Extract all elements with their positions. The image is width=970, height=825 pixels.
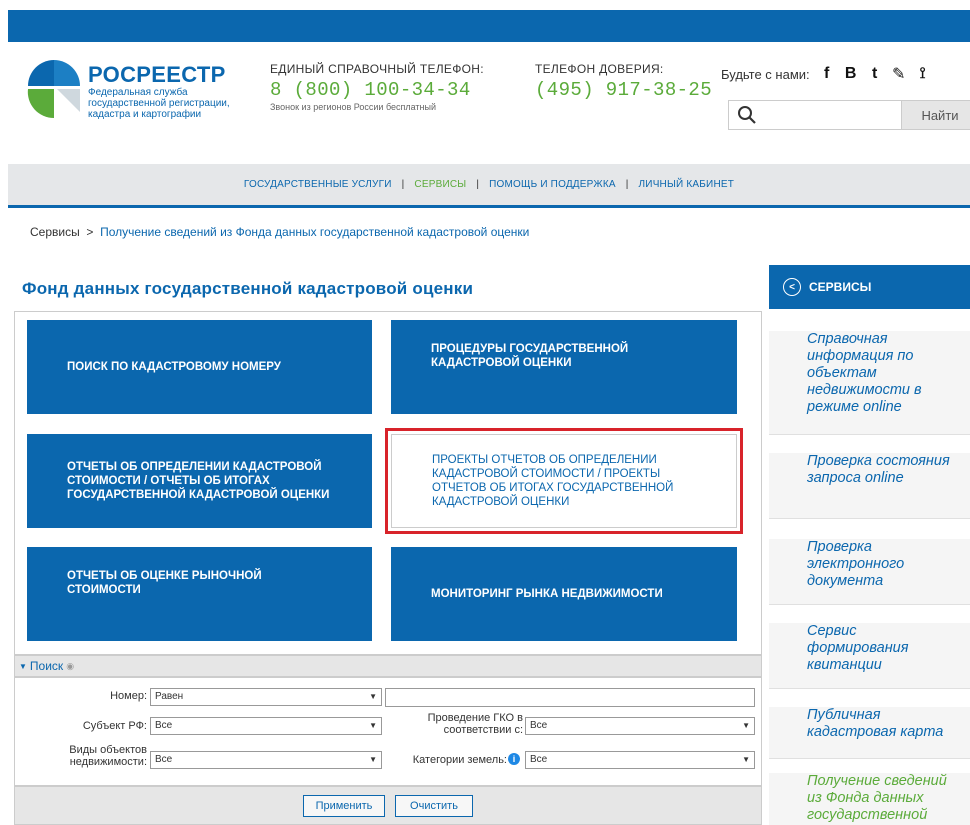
subject-label: Субъект РФ: (82, 720, 147, 732)
site-header: РОСРЕЕСТР Федеральная служба государстве… (8, 42, 970, 164)
subject-value: Все (155, 720, 173, 731)
objects-label: Виды объектов недвижимости: (69, 744, 147, 768)
sidebar-item-fund-data[interactable]: Получение сведений из Фонда данных госуд… (769, 773, 970, 825)
facebook-icon[interactable]: f (820, 65, 834, 83)
hotline-block: ЕДИНЫЙ СПРАВОЧНЫЙ ТЕЛЕФОН: 8 (800) 100-3… (270, 62, 484, 112)
land-category-value: Все (530, 754, 548, 765)
chevron-down-icon: ▼ (742, 755, 750, 764)
search-panel-title: Поиск (29, 659, 64, 673)
nav-item-services[interactable]: СЕРВИСЫ (414, 179, 466, 190)
logo-subtitle: Федеральная служба государственной регис… (88, 87, 230, 120)
sidebar-item-property-info[interactable]: Справочная информация по объектам недвиж… (769, 331, 970, 435)
objects-value: Все (155, 754, 173, 765)
number-label: Номер: (110, 690, 147, 702)
gko-select[interactable]: Все ▼ (525, 717, 755, 735)
tile-draft-valuation-reports[interactable]: ПРОЕКТЫ ОТЧЕТОВ ОБ ОПРЕДЕЛЕНИИ КАДАСТРОВ… (385, 428, 743, 534)
top-bar (8, 10, 970, 42)
site-search: Найти (728, 100, 970, 130)
gko-label: Проведение ГКО в соответствии с: (427, 712, 523, 736)
vk-icon[interactable]: В (844, 65, 858, 83)
chevron-down-icon: ▼ (369, 755, 377, 764)
number-operator-value: Равен (155, 691, 184, 702)
tile-assessment-procedures[interactable]: ПРОЦЕДУРЫ ГОСУДАРСТВЕННОЙ КАДАСТРОВОЙ ОЦ… (391, 320, 737, 414)
chevron-down-icon: ▼ (369, 692, 377, 701)
breadcrumb: Сервисы > Получение сведений из Фонда да… (30, 225, 529, 239)
sidebar-item-public-map[interactable]: Публичная кадастровая карта (769, 707, 970, 759)
number-input[interactable] (385, 688, 755, 707)
sidebar-header[interactable]: < СЕРВИСЫ (769, 265, 970, 309)
chevron-down-icon: ▼ (742, 721, 750, 730)
trust-line-number: (495) 917-38-25 (535, 79, 713, 101)
tile-market-value-reports[interactable]: ОТЧЕТЫ ОБ ОЦЕНКЕ РЫНОЧНОЙ СТОИМОСТИ (27, 547, 372, 641)
tile-real-estate-monitoring[interactable]: МОНИТОРИНГ РЫНКА НЕДВИЖИМОСТИ (391, 547, 737, 641)
objects-select[interactable]: Все ▼ (150, 751, 382, 769)
subject-select[interactable]: Все ▼ (150, 717, 382, 735)
nav-separator: | (476, 179, 480, 190)
tile-valuation-reports[interactable]: ОТЧЕТЫ ОБ ОПРЕДЕЛЕНИИ КАДАСТРОВОЙ СТОИМО… (27, 434, 372, 528)
breadcrumb-current[interactable]: Получение сведений из Фонда данных госуд… (100, 225, 529, 239)
search-panel-header[interactable]: ▼ Поиск ◉ (14, 655, 762, 677)
radio-dot-icon: ◉ (66, 660, 75, 671)
breadcrumb-root[interactable]: Сервисы (30, 225, 80, 239)
nav-item-account[interactable]: ЛИЧНЫЙ КАБИНЕТ (639, 179, 735, 190)
info-icon[interactable]: i (508, 753, 520, 765)
sidebar-title: СЕРВИСЫ (809, 280, 872, 294)
chevron-left-icon[interactable]: < (783, 278, 801, 296)
nav-item-gov-services[interactable]: ГОСУДАРСТВЕННЫЕ УСЛУГИ (244, 179, 392, 190)
apply-button[interactable]: Применить (303, 795, 385, 817)
sidebar-services: Справочная информация по объектам недвиж… (769, 309, 970, 825)
collapse-triangle-icon[interactable]: ▼ (19, 662, 27, 671)
hotline-note: Звонок из регионов России бесплатный (270, 102, 437, 112)
land-category-label: Категории земель: (412, 754, 507, 766)
sidebar-item-receipt-service[interactable]: Сервис формирования квитанции (769, 623, 970, 689)
trust-line-block: ТЕЛЕФОН ДОВЕРИЯ: (495) 917-38-25 (535, 62, 712, 101)
search-filter-form: Номер: Равен ▼ Субъект РФ: Все ▼ Проведе… (14, 677, 762, 786)
search-button[interactable]: Найти (901, 100, 970, 130)
main-nav: ГОСУДАРСТВЕННЫЕ УСЛУГИ | СЕРВИСЫ | ПОМОЩ… (8, 164, 970, 208)
sidebar-item-document-check[interactable]: Проверка электронного документа (769, 539, 970, 605)
search-icon (738, 106, 756, 124)
gko-value: Все (530, 720, 548, 731)
social-links: Будьте с нами: f В t ✎ ⟟ (721, 64, 930, 84)
nav-item-help[interactable]: ПОМОЩЬ И ПОДДЕРЖКА (489, 179, 616, 190)
chevron-down-icon: ▼ (369, 721, 377, 730)
sidebar-item-request-status[interactable]: Проверка состояния запроса online (769, 453, 970, 519)
rosreestr-logo-icon[interactable] (26, 58, 82, 120)
page-title: Фонд данных государственной кадастровой … (22, 279, 474, 298)
search-input[interactable] (765, 104, 895, 126)
twitter-icon[interactable]: t (868, 65, 882, 83)
number-operator-select[interactable]: Равен ▼ (150, 688, 382, 706)
livejournal-icon[interactable]: ✎ (892, 64, 906, 84)
nav-separator: | (401, 179, 405, 190)
service-tiles: ПОИСК ПО КАДАСТРОВОМУ НОМЕРУ ПРОЦЕДУРЫ Г… (14, 311, 762, 655)
clear-button[interactable]: Очистить (395, 795, 473, 817)
trust-line-label: ТЕЛЕФОН ДОВЕРИЯ: (535, 62, 664, 76)
land-category-select[interactable]: Все ▼ (525, 751, 755, 769)
nav-separator: | (625, 179, 629, 190)
tile-cadastral-number-search[interactable]: ПОИСК ПО КАДАСТРОВОМУ НОМЕРУ (27, 320, 372, 414)
rss-icon[interactable]: ⟟ (916, 65, 930, 83)
logo-title[interactable]: РОСРЕЕСТР (88, 62, 226, 88)
social-label: Будьте с нами: (721, 66, 810, 82)
hotline-label: ЕДИНЫЙ СПРАВОЧНЫЙ ТЕЛЕФОН: (270, 62, 484, 76)
search-panel-footer: Применить Очистить (14, 786, 762, 825)
breadcrumb-separator: > (86, 225, 94, 239)
hotline-number: 8 (800) 100-34-34 (270, 79, 471, 101)
